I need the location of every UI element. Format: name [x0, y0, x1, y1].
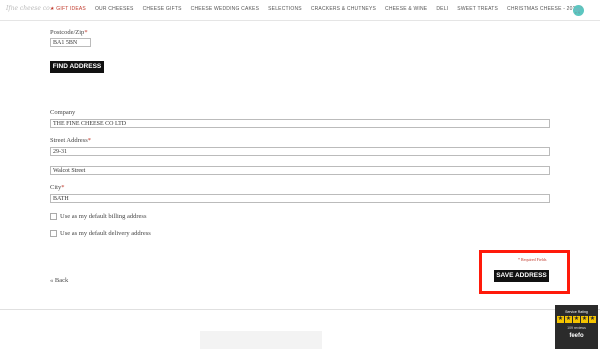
nav-item[interactable]: ★ GIFT IDEAS [50, 6, 86, 12]
company-label: Company [50, 109, 76, 116]
nav-item[interactable]: CHRISTMAS CHEESE - 2016 [507, 6, 579, 12]
street-address-line1-input[interactable]: 29-31 [50, 147, 550, 156]
default-delivery-label: Use as my default delivery address [60, 230, 151, 237]
default-billing-checkbox[interactable]: Use as my default billing address [50, 213, 146, 220]
nav-item[interactable]: CHEESE GIFTS [143, 6, 182, 12]
footer-block [200, 331, 322, 349]
default-delivery-checkbox[interactable]: Use as my default delivery address [50, 230, 151, 237]
back-link[interactable]: « Back [50, 277, 68, 284]
checkbox-box[interactable] [50, 230, 57, 237]
city-input[interactable]: BATH [50, 194, 550, 203]
top-navigation: Ifne cheese co. ★ GIFT IDEAS OUR CHEESES C… [0, 0, 600, 21]
nav-item[interactable]: CRACKERS & CHUTNEYS [311, 6, 376, 12]
cart-icon[interactable]: 🛒 [573, 5, 584, 16]
nav-item[interactable]: SELECTIONS [268, 6, 302, 12]
star-icon: ★ [589, 316, 596, 323]
star-icon: ★ [581, 316, 588, 323]
feefo-reviews: 109 reviews [567, 326, 586, 330]
street-address-label: Street Address* [50, 137, 91, 144]
site-logo[interactable]: Ifne cheese co. [6, 5, 52, 12]
nav-item[interactable]: OUR CHEESES [95, 6, 134, 12]
save-address-button[interactable]: SAVE ADDRESS [494, 270, 549, 282]
checkbox-box[interactable] [50, 213, 57, 220]
default-billing-label: Use as my default billing address [60, 213, 147, 220]
nav-item[interactable]: SWEET TREATS [457, 6, 498, 12]
city-label: City* [50, 184, 65, 191]
postcode-label: Postcode/Zip* [50, 29, 88, 36]
find-address-button[interactable]: FIND ADDRESS [50, 61, 104, 73]
star-icon: ★ [573, 316, 580, 323]
nav-menu: ★ GIFT IDEAS OUR CHEESES CHEESE GIFTS CHEES… [50, 6, 588, 12]
nav-item[interactable]: CHEESE WEDDING CAKES [191, 6, 259, 12]
rating-stars: ★ ★ ★ ★ ★ [555, 316, 598, 323]
footer-divider [0, 309, 600, 310]
star-icon: ★ [565, 316, 572, 323]
feefo-title: Service Rating [565, 310, 588, 314]
star-icon: ★ [557, 316, 564, 323]
postcode-input[interactable]: BA1 5BN [50, 38, 91, 47]
street-address-line2-input[interactable]: Walcot Street [50, 166, 550, 175]
feefo-badge[interactable]: Service Rating ★ ★ ★ ★ ★ 109 reviews fee… [555, 305, 598, 349]
feefo-logo: feefo [569, 333, 584, 339]
nav-item[interactable]: DELI [436, 6, 448, 12]
nav-item[interactable]: CHEESE & WINE [385, 6, 427, 12]
company-input[interactable]: THE FINE CHEESE CO LTD [50, 119, 550, 128]
